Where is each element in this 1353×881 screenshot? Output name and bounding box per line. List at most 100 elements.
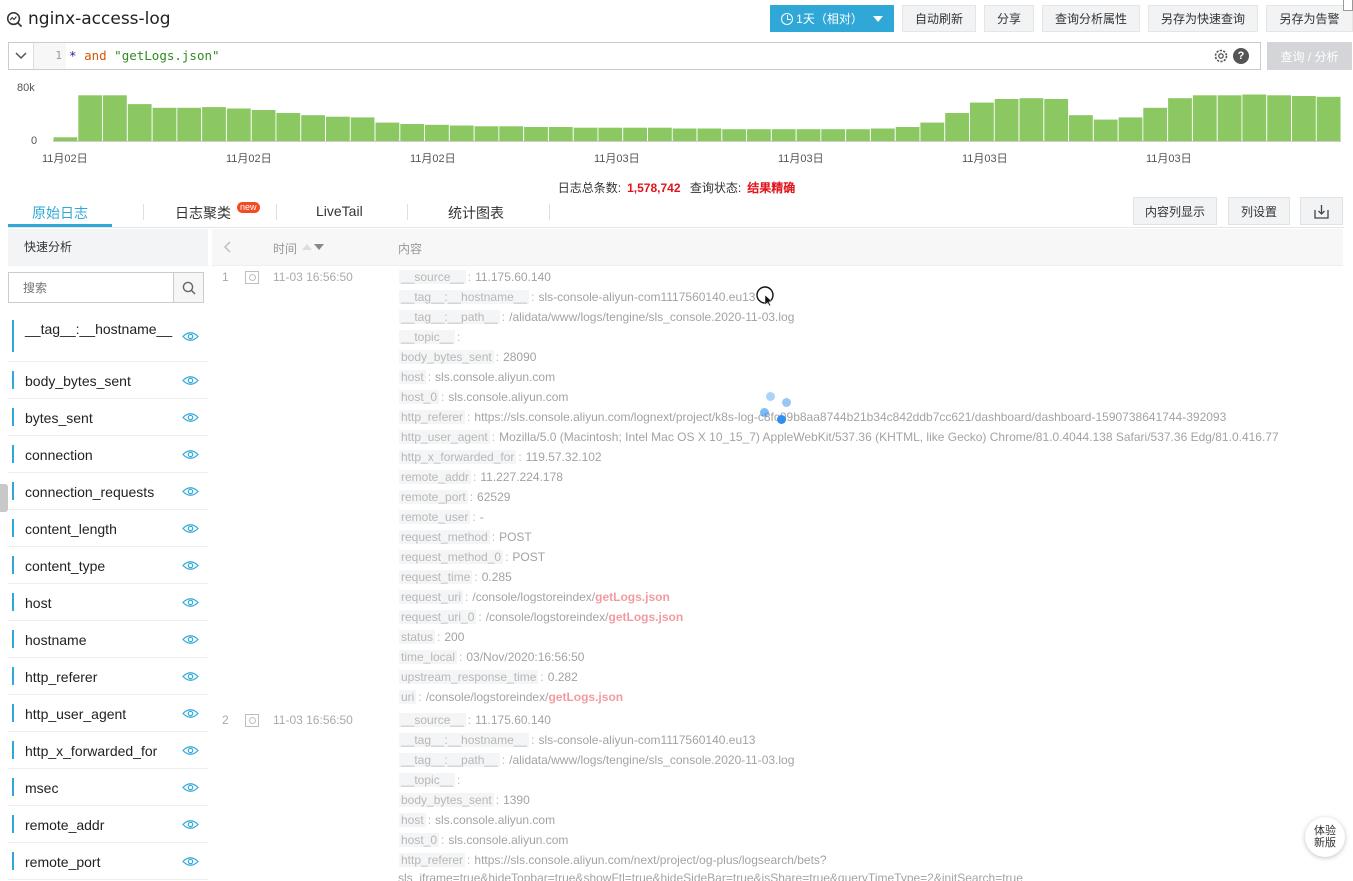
eye-icon[interactable] [182,856,199,870]
log-field-key[interactable]: remote_port [399,490,468,504]
field-item[interactable]: http_user_agent [8,695,208,732]
tab-charts[interactable]: 统计图表 [448,203,504,223]
histogram-bar[interactable] [1242,94,1267,142]
histogram-bar[interactable] [821,129,846,141]
log-field-key[interactable]: host [399,370,426,384]
eye-icon[interactable] [182,708,199,722]
log-field-key[interactable]: __source__ [399,713,466,727]
context-view-icon[interactable] [245,271,259,284]
help-icon[interactable]: ? [1233,48,1249,64]
eye-icon[interactable] [182,560,199,574]
field-search-input[interactable] [9,273,173,302]
histogram-bar[interactable] [1316,96,1341,142]
log-field-key[interactable]: __tag__:__path__ [399,310,500,324]
field-item[interactable]: remote_addr [8,806,208,843]
log-field-key[interactable]: http_x_forwarded_for [399,450,517,464]
histogram-bar[interactable] [103,95,127,141]
field-item[interactable]: connection_requests [8,473,208,510]
eye-icon[interactable] [182,782,199,796]
log-field-key[interactable]: __topic__ [399,773,456,787]
eye-icon[interactable] [182,745,199,759]
field-item[interactable]: content_type [8,547,208,584]
histogram-bar[interactable] [895,127,920,141]
histogram-bar[interactable] [425,124,449,141]
histogram-bar[interactable] [945,113,969,141]
chevron-left-icon[interactable] [223,241,231,253]
save-quick-query-button[interactable]: 另存为快速查询 [1148,5,1258,32]
log-field-value[interactable]: https://sls.console.aliyun.com/lognext/p… [474,410,1226,424]
log-field-value[interactable]: - [480,510,484,524]
log-field-value[interactable]: Mozilla/5.0 (Macintosh; Intel Mac OS X 1… [499,430,1279,444]
tab-livetail[interactable]: LiveTail [316,203,363,219]
histogram-bars[interactable] [0,78,1353,148]
log-field-value[interactable]: sls_iframe=true&hideTopbar=true&showFtl=… [398,871,1023,881]
tab-raw-logs[interactable]: 原始日志 [32,203,88,223]
histogram-bar[interactable] [53,137,78,141]
log-field-key[interactable]: remote_addr [399,470,472,484]
save-alert-button[interactable]: 另存为告警 [1266,5,1353,32]
field-item[interactable]: body_bytes_sent [8,362,208,399]
field-item[interactable]: connection [8,436,208,473]
log-field-value[interactable]: /alidata/www/logs/tengine/sls_console.20… [509,753,794,767]
histogram-bar[interactable] [1093,119,1118,141]
histogram-bar[interactable] [474,126,499,142]
field-item[interactable]: msec [8,769,208,806]
sidebar-collapse-handle[interactable] [0,484,8,512]
log-field-value[interactable]: 62529 [477,490,510,504]
log-field-key[interactable]: __topic__ [399,330,456,344]
histogram-bar[interactable] [177,107,202,141]
eye-icon[interactable] [182,523,199,537]
histogram-bar[interactable] [970,102,994,141]
histogram-bar[interactable] [846,129,870,141]
log-field-value[interactable]: sls.console.aliyun.com [435,370,555,384]
log-field-value[interactable]: sls.console.aliyun.com [448,833,568,847]
histogram-bar[interactable] [350,117,375,141]
log-field-value[interactable]: sls.console.aliyun.com [448,390,568,404]
histogram-bar[interactable] [524,127,548,141]
histogram-bar[interactable] [648,127,672,141]
log-field-key[interactable]: uri [399,690,417,704]
histogram-bar[interactable] [623,127,647,141]
log-field-value[interactable]: 11.227.224.178 [480,470,563,484]
log-field-key[interactable]: host_0 [399,390,440,404]
histogram-bar[interactable] [1267,95,1291,141]
eye-icon[interactable] [182,449,199,463]
query-text[interactable]: * and "getLogs.json" [69,43,220,69]
log-field-key[interactable]: http_referer [399,853,466,867]
histogram-bar[interactable] [202,107,226,141]
column-settings-button[interactable]: 列设置 [1228,197,1290,225]
eye-icon[interactable] [182,597,199,611]
histogram-bar[interactable] [226,108,251,142]
log-field-value[interactable]: /console/logstoreindex/ [486,610,609,624]
log-field-key[interactable]: http_user_agent [399,430,490,444]
histogram-bar[interactable] [796,129,821,141]
field-item[interactable]: content_length [8,510,208,547]
log-field-value[interactable]: 28090 [503,350,536,364]
log-field-value[interactable]: 03/Nov/2020:16:56:50 [466,650,584,664]
log-field-value[interactable]: /console/logstoreindex/ [472,590,595,604]
histogram-bar[interactable] [548,127,573,141]
log-field-value[interactable]: 0.285 [482,570,512,584]
content-column-button[interactable]: 内容列显示 [1133,197,1217,225]
histogram-bar[interactable] [449,125,474,142]
histogram-bar[interactable] [994,99,1019,141]
try-new-version-button[interactable]: 体验 新版 [1305,817,1345,857]
histogram-bar[interactable] [251,110,276,141]
log-field-key[interactable]: request_uri [399,590,464,604]
query-properties-button[interactable]: 查询分析属性 [1042,5,1140,32]
histogram-bar[interactable] [1168,98,1192,141]
log-field-value[interactable]: POST [499,530,532,544]
log-field-key[interactable]: __source__ [399,270,466,284]
log-field-value[interactable]: 11.175.60.140 [475,270,551,284]
log-field-key[interactable]: request_method [399,530,490,544]
log-field-value[interactable]: /alidata/www/logs/tengine/sls_console.20… [509,310,794,324]
log-field-highlight[interactable]: getLogs.json [548,690,623,704]
histogram-bar[interactable] [301,115,325,141]
log-field-value[interactable]: sls-console-aliyun-com1117560140.eu13 [538,290,755,304]
log-field-value[interactable]: sls.console.aliyun.com [435,813,555,827]
histogram-bar[interactable] [1192,95,1217,141]
log-field-key[interactable]: body_bytes_sent [399,350,494,364]
eye-icon[interactable] [182,671,199,685]
field-item[interactable]: __tag__:__hostname__ [8,310,208,362]
histogram-bar[interactable] [672,128,697,142]
